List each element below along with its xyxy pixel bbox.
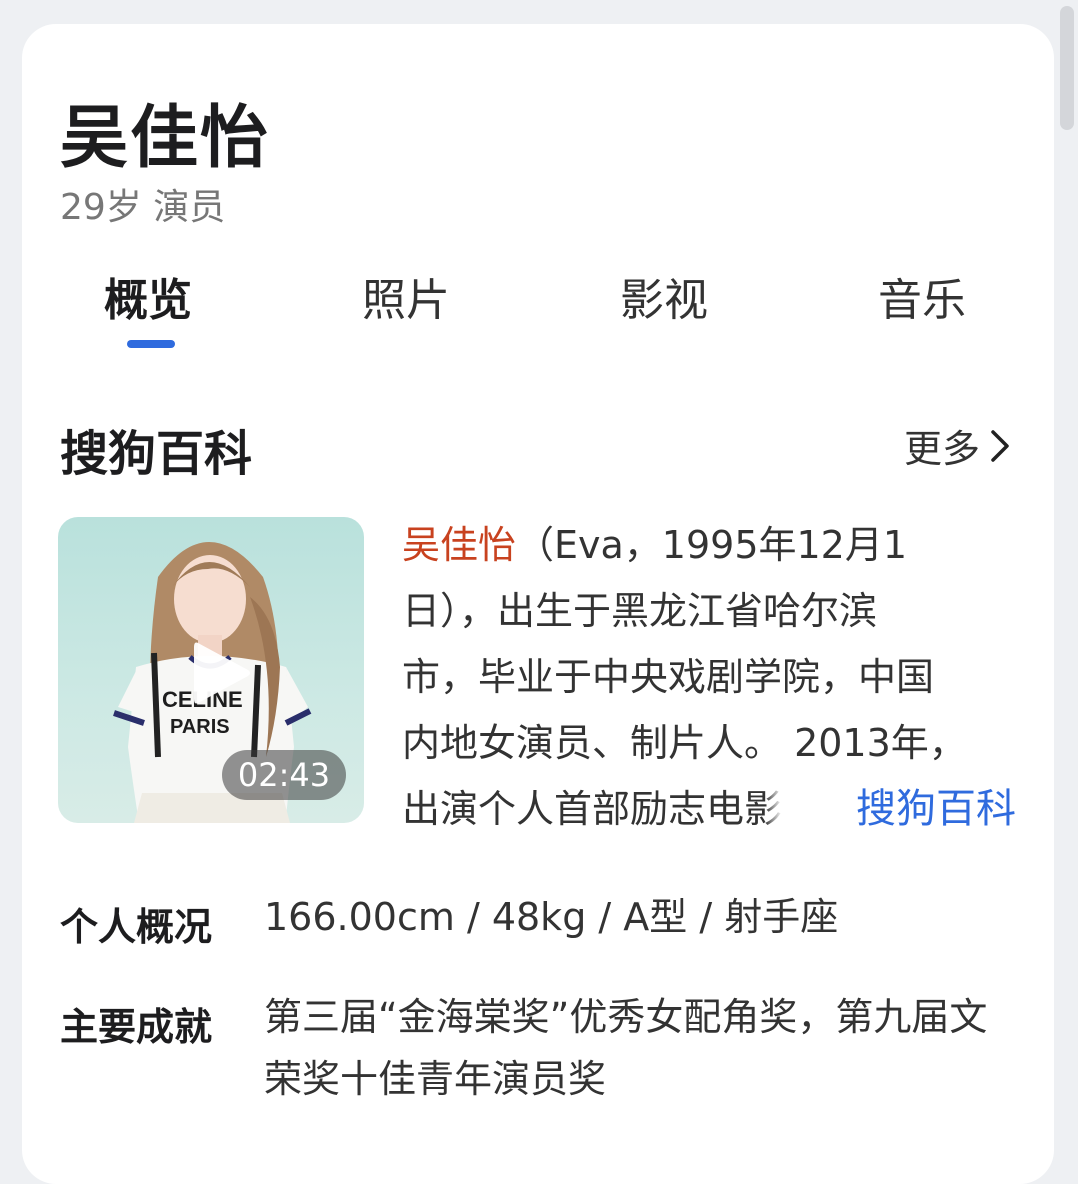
highlight-name[interactable]: 吴佳怡 xyxy=(402,523,516,567)
profile-card: 吴佳怡 29岁 演员 概览 照片 影视 音乐 搜狗百科 更多 PARIS 02:… xyxy=(22,24,1054,1184)
info-row-profile: 个人概况 166.00cm / 48kg / A型 / 射手座 xyxy=(60,895,1020,958)
play-icon[interactable] xyxy=(190,637,252,709)
video-thumbnail[interactable]: CELINE PARIS 02:43 xyxy=(58,517,364,823)
summary-line5: 出演个人首部励志电 xyxy=(402,787,745,831)
profile-subtitle: 29岁 演员 xyxy=(60,187,226,228)
tab-overview[interactable]: 概览 xyxy=(104,264,192,328)
summary-line: 市，毕业于中央戏剧学院，中国 xyxy=(402,655,935,699)
active-tab-indicator xyxy=(127,340,175,348)
profile-name: 吴佳怡 xyxy=(60,99,271,178)
video-duration: 02:43 xyxy=(222,750,346,800)
summary-line: 日），出生于黑龙江省哈尔滨 xyxy=(402,589,878,633)
tab-bar: 概览 照片 影视 音乐 xyxy=(22,264,1054,354)
section-title: 搜狗百科 xyxy=(60,426,253,482)
summary-line: 吴佳怡（Eva，1995年12月1 xyxy=(402,512,1022,578)
info-label: 个人概况 xyxy=(60,905,213,949)
more-button[interactable]: 更多 xyxy=(904,418,1012,473)
tab-music[interactable]: 音乐 xyxy=(878,264,966,328)
summary-line1-rest: （Eva，1995年12月1 xyxy=(516,523,908,567)
info-label: 主要成就 xyxy=(60,1005,213,1049)
info-value: 166.00cm / 48kg / A型 / 射手座 xyxy=(264,895,839,939)
scrollbar[interactable] xyxy=(1060,6,1074,130)
chevron-right-icon xyxy=(991,429,1009,462)
shirt-print-line2: PARIS xyxy=(170,716,230,738)
summary-line5-fade: 影 xyxy=(744,787,783,831)
tab-film-tv[interactable]: 影视 xyxy=(620,264,708,328)
info-value: 第三届“金海棠奖”优秀女配角奖，第九届文荣奖十佳青年演员奖 xyxy=(264,995,988,1101)
more-label: 更多 xyxy=(903,427,980,471)
summary-line: 内地女演员、制片人。 2013年， xyxy=(402,721,967,765)
source-link[interactable]: 搜狗百科 xyxy=(850,776,1016,834)
tab-photos[interactable]: 照片 xyxy=(362,264,450,328)
info-row-achievements: 主要成就 第三届“金海棠奖”优秀女配角奖，第九届文荣奖十佳青年演员奖 xyxy=(60,995,1020,1126)
